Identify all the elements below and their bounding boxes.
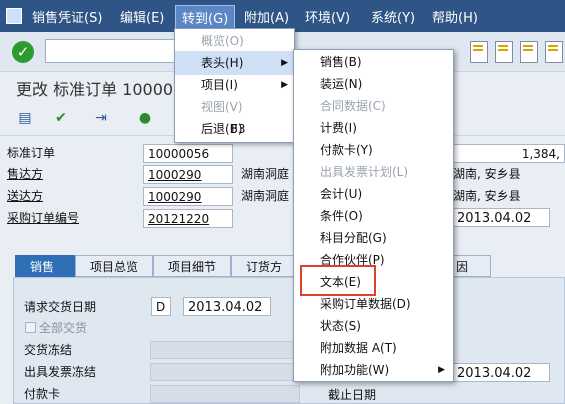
complete-delivery-checkbox[interactable] <box>25 322 36 333</box>
menu-help[interactable]: 帮助(H) <box>432 7 478 26</box>
req-delivery-date-label: 请求交货日期 <box>24 300 97 314</box>
delivery-block-label: 交货冻结 <box>24 343 73 357</box>
goto-item[interactable]: 项目(I) ▶ <box>175 73 294 97</box>
header-menu-additional-functions[interactable]: 附加功能(W) ▶ <box>294 358 453 382</box>
goto-view: 视图(V) <box>201 100 243 114</box>
net-value-field[interactable]: 1,384, <box>450 144 565 163</box>
menu-edit[interactable]: 编辑(E) <box>120 7 164 26</box>
po-number-field[interactable]: 20121220 <box>143 209 233 228</box>
cutoff-date-label: 截止日期 <box>328 388 377 402</box>
tab-sales[interactable]: 销售 <box>15 255 75 277</box>
new-document-icon[interactable] <box>545 41 563 63</box>
new-document-icon[interactable] <box>495 41 513 63</box>
export-icon[interactable]: ⇥ <box>92 109 110 127</box>
menu-sales-document[interactable]: 销售凭证(S) <box>32 7 102 26</box>
header-menu-payment-card[interactable]: 付款卡(Y) <box>294 138 453 162</box>
command-field[interactable] <box>45 39 175 63</box>
goto-overview: 概览(O) <box>201 34 244 48</box>
menu-goto[interactable]: 转到(G) <box>175 5 236 30</box>
menu-system[interactable]: 系统(Y) <box>371 7 415 26</box>
menu-environment[interactable]: 环境(V) <box>305 7 350 26</box>
po-date-field[interactable]: 2013.04.02 <box>452 208 550 227</box>
header-menu-account-assignment[interactable]: 科目分配(G) <box>294 226 453 250</box>
order-number-field[interactable]: 10000056 <box>143 144 233 163</box>
submenu-arrow-icon: ▶ <box>438 365 445 375</box>
header-menu-sales[interactable]: 销售(B) <box>294 50 453 74</box>
enter-icon[interactable]: ✓ <box>12 41 34 63</box>
partner-icon[interactable]: ● <box>136 109 154 127</box>
tab-item-detail[interactable]: 项目细节 <box>153 255 231 277</box>
tab-item-overview[interactable]: 项目总览 <box>75 255 153 277</box>
billing-block-label: 出具发票冻结 <box>24 365 97 379</box>
goto-header[interactable]: 表头(H) ▶ <box>175 51 294 75</box>
date-type-field[interactable]: D <box>151 297 171 316</box>
payment-card-label: 付款卡 <box>24 387 61 401</box>
new-document-icon[interactable] <box>520 41 538 63</box>
header-menu-billing[interactable]: 计费(I) <box>294 116 453 140</box>
sold-to-field[interactable]: 1000290 <box>143 165 233 184</box>
new-document-icon[interactable] <box>470 41 488 63</box>
menu-extras[interactable]: 附加(A) <box>244 7 289 26</box>
header-menu-shipping[interactable]: 装运(N) <box>294 72 453 96</box>
goto-back[interactable]: 后退(B) F3 <box>175 117 294 141</box>
sold-to-name: 湖南洞庭 <box>241 167 290 181</box>
sold-to-city: 湖南, 安乡县 <box>453 167 521 181</box>
page-title: 更改 标准订单 10000 <box>16 80 174 99</box>
delivery-block-field[interactable] <box>150 341 300 359</box>
ship-to-name: 湖南洞庭 <box>241 189 290 203</box>
check-icon[interactable]: ✔ <box>52 109 70 127</box>
tab-more[interactable]: 因 <box>451 255 491 277</box>
complete-delivery-label: 全部交货 <box>39 321 88 335</box>
submenu-arrow-icon: ▶ <box>281 80 288 90</box>
header-menu-billing-plan: 出具发票计划(L) <box>320 165 409 179</box>
ship-to-city: 湖南, 安乡县 <box>453 189 521 203</box>
tab-ordering-party[interactable]: 订货方 <box>231 255 295 277</box>
ship-to-label[interactable]: 送达方 <box>7 186 43 206</box>
sold-to-label[interactable]: 售达方 <box>7 164 43 184</box>
order-type-label: 标准订单 <box>7 146 56 160</box>
text-item-highlight <box>300 265 376 296</box>
ship-to-field[interactable]: 1000290 <box>143 187 233 206</box>
billing-date-field[interactable]: 2013.04.02 <box>452 363 550 382</box>
header-menu-additional-data-a[interactable]: 附加数据 A(T) <box>294 336 453 360</box>
header-submenu: 销售(B) 装运(N) 合同数据(C) 计费(I) 付款卡(Y) 出具发票计划(… <box>293 49 454 382</box>
submenu-arrow-icon: ▶ <box>281 58 288 68</box>
system-menu-icon[interactable] <box>6 8 22 24</box>
header-menu-contract-data: 合同数据(C) <box>320 99 386 113</box>
billing-block-field[interactable] <box>150 363 300 381</box>
po-number-label[interactable]: 采购订单编号 <box>7 208 79 228</box>
goto-dropdown: 概览(O) 表头(H) ▶ 项目(I) ▶ 视图(V) 后退(B) F3 <box>174 28 295 143</box>
header-menu-conditions[interactable]: 条件(O) <box>294 204 453 228</box>
display-document-icon[interactable]: ▤ <box>16 109 34 127</box>
payment-card-field[interactable] <box>150 385 300 403</box>
header-menu-accounting[interactable]: 会计(U) <box>294 182 453 206</box>
req-delivery-date-field[interactable]: 2013.04.02 <box>183 297 271 316</box>
header-menu-status[interactable]: 状态(S) <box>294 314 453 338</box>
